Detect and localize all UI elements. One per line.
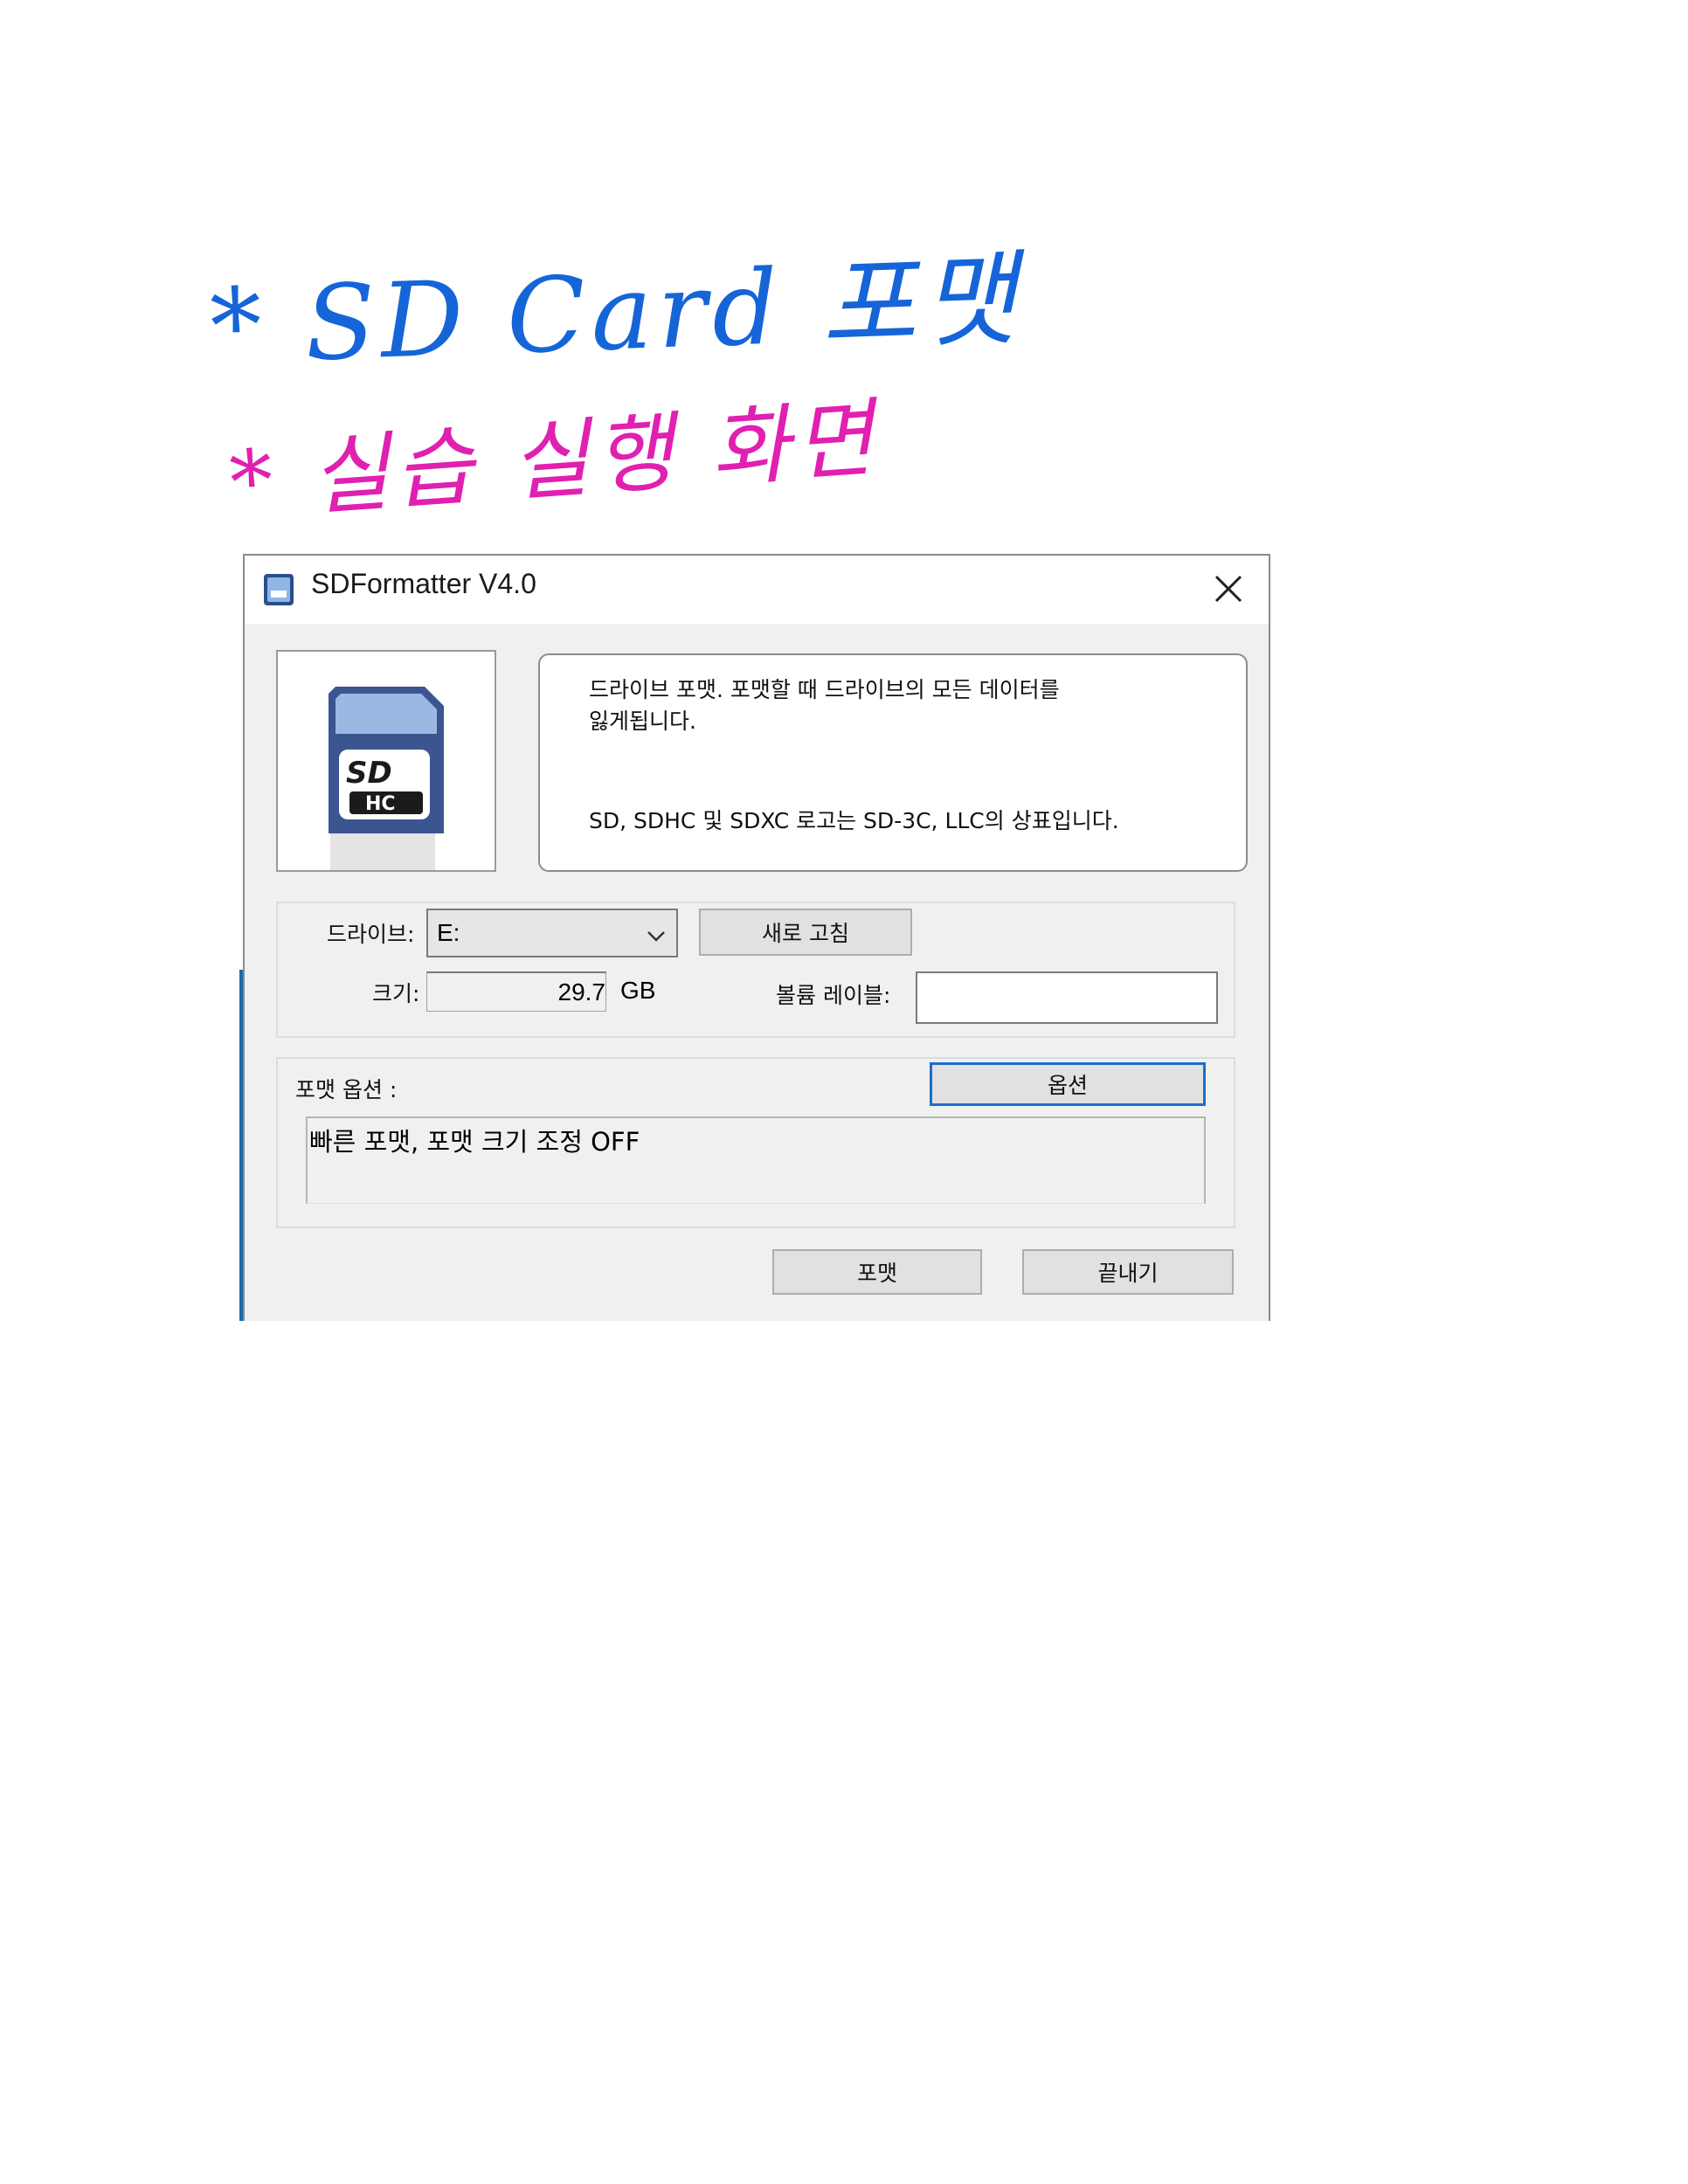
drive-select-value: E: [437, 919, 460, 946]
format-button[interactable]: 포맷 [772, 1249, 982, 1295]
format-warning-text: 드라이브 포맷. 포맷할 때 드라이브의 모든 데이터를 잃게됩니다. [589, 677, 1060, 734]
handwritten-note-title: * SD Card 포맷 [208, 238, 1024, 388]
handwritten-note-subtitle: * 실습 실행 화면 [226, 389, 882, 534]
sdhc-logo-box: SD HC [276, 650, 496, 872]
format-options-label: 포맷 옵션 : [295, 1077, 398, 1102]
drive-label: 드라이브: [327, 922, 415, 947]
exit-button[interactable]: 끝내기 [1022, 1249, 1234, 1295]
volume-label: 볼륨 레이블: [776, 983, 891, 1008]
sd-card-app-icon [264, 574, 294, 605]
refresh-button[interactable]: 새로 고침 [699, 909, 912, 956]
size-label: 크기: [372, 981, 420, 1006]
format-options-display: 빠른 포맷, 포맷 크기 조정 OFF [306, 1116, 1206, 1204]
size-unit: GB [620, 977, 656, 1004]
size-field: 29.7 [426, 971, 606, 1012]
title-bar[interactable]: SDFormatter V4.0 [245, 556, 1269, 624]
window-title: SDFormatter V4.0 [311, 568, 536, 599]
close-icon[interactable] [1207, 568, 1249, 610]
svg-text:SD: SD [346, 756, 392, 791]
chevron-down-icon [647, 931, 665, 942]
info-message-box: 드라이브 포맷. 포맷할 때 드라이브의 모든 데이터를 잃게됩니다. SD, … [538, 653, 1248, 872]
option-button[interactable]: 옵션 [930, 1062, 1206, 1106]
sdhc-card-icon: SD HC [329, 687, 444, 870]
drive-select[interactable]: E: [426, 909, 678, 957]
trademark-text: SD, SDHC 및 SDXC 로고는 SD-3C, LLC의 상표입니다. [589, 808, 1119, 833]
size-value: 29.7 [557, 978, 606, 1006]
sdformatter-window: SDFormatter V4.0 SD HC 드라이브 포맷. 포맷할 때 드라… [243, 554, 1270, 1321]
format-options-text: 빠른 포맷, 포맷 크기 조정 OFF [309, 1127, 640, 1157]
svg-text:HC: HC [365, 793, 396, 815]
volume-label-input[interactable] [916, 971, 1218, 1024]
